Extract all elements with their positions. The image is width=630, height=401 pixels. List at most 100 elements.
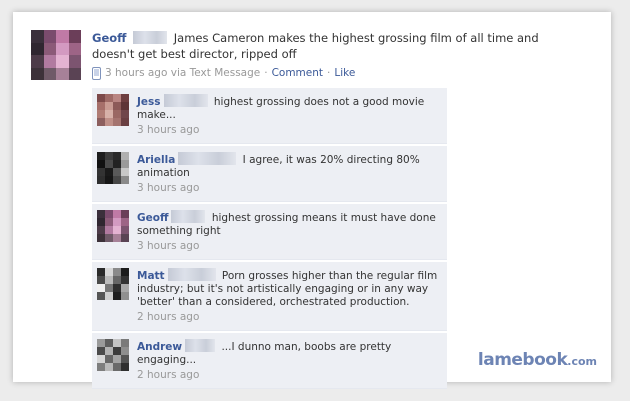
avatar-pixel <box>56 30 69 43</box>
avatar-pixel <box>97 118 105 126</box>
comment-timestamp: 3 hours ago <box>137 182 200 194</box>
comment-timestamp: 2 hours ago <box>137 369 200 381</box>
avatar-pixel <box>113 226 121 234</box>
avatar-pixel <box>121 284 129 292</box>
avatar-pixel <box>121 94 129 102</box>
avatar-pixel <box>121 355 129 363</box>
avatar-pixel <box>105 168 113 176</box>
avatar-pixel <box>97 284 105 292</box>
avatar-pixel <box>113 94 121 102</box>
avatar-pixel <box>121 226 129 234</box>
post-timestamp[interactable]: 3 hours ago via Text Message <box>105 65 260 81</box>
avatar-pixel <box>121 152 129 160</box>
avatar-pixel <box>68 42 81 55</box>
avatar-pixel <box>105 234 113 242</box>
avatar-pixel <box>113 268 121 276</box>
avatar-pixel <box>105 363 113 371</box>
avatar-pixel <box>97 218 105 226</box>
avatar-pixel <box>113 284 121 292</box>
avatar-pixel <box>97 94 105 102</box>
post-author-name[interactable]: Geoff <box>92 31 126 45</box>
comment-item: Geoff highest grossing means it must hav… <box>92 204 447 260</box>
avatar-pixel <box>121 102 129 110</box>
avatar-pixel <box>113 363 121 371</box>
avatar-pixel <box>56 55 69 68</box>
logo-brand: lamebook <box>477 350 568 370</box>
avatar-pixel <box>68 55 81 68</box>
avatar-pixel <box>97 276 105 284</box>
logo-domain: .com <box>567 355 597 368</box>
avatar-pixel <box>113 234 121 242</box>
comment-author-name[interactable]: Andrew <box>137 341 182 353</box>
avatar-pixel <box>97 268 105 276</box>
avatar-pixel <box>121 347 129 355</box>
avatar-pixel <box>43 30 56 43</box>
avatar-pixel <box>43 42 56 55</box>
avatar-pixel <box>105 152 113 160</box>
avatar-pixel <box>113 218 121 226</box>
avatar-pixel <box>121 210 129 218</box>
avatar-pixel <box>31 55 44 68</box>
avatar-pixel <box>121 218 129 226</box>
avatar-pixel <box>105 226 113 234</box>
avatar-pixel <box>105 110 113 118</box>
comment-author-name[interactable]: Jess <box>137 96 161 108</box>
comment-author-name[interactable]: Matt <box>137 270 165 282</box>
avatar-pixel <box>105 347 113 355</box>
comment-item: Ariella I agree, it was 20% directing 80… <box>92 146 447 202</box>
avatar-pixel <box>121 160 129 168</box>
redacted-surname <box>185 339 216 352</box>
comment-item: Andrew ...I dunno man, boobs are pretty … <box>92 333 447 389</box>
comment-timestamp: 3 hours ago <box>137 124 200 136</box>
avatar-pixel <box>68 30 81 43</box>
comment-author-name[interactable]: Geoff <box>137 212 168 224</box>
avatar-pixel <box>113 347 121 355</box>
avatar-pixel <box>105 210 113 218</box>
comment-timestamp: 3 hours ago <box>137 240 200 252</box>
lamebook-logo: lamebook.com <box>478 350 597 370</box>
comment-item: Matt Porn grosses higher than the regula… <box>92 262 447 331</box>
comment-author-name[interactable]: Ariella <box>137 154 175 166</box>
avatar-pixel <box>113 118 121 126</box>
comment-avatar[interactable] <box>97 94 129 126</box>
comment-avatar[interactable] <box>97 268 129 300</box>
separator: · <box>327 67 331 79</box>
avatar-pixel <box>113 355 121 363</box>
avatar-pixel <box>43 55 56 68</box>
comment-avatar[interactable] <box>97 339 129 371</box>
redacted-surname <box>171 210 206 223</box>
avatar[interactable] <box>31 30 81 80</box>
avatar-pixel <box>105 284 113 292</box>
separator: · <box>264 67 268 79</box>
post-meta: 3 hours ago via Text Message · Comment ·… <box>92 65 552 81</box>
avatar-pixel <box>105 102 113 110</box>
comment-timestamp: 2 hours ago <box>137 311 200 323</box>
comment-link[interactable]: Comment <box>272 65 323 81</box>
avatar-pixel <box>97 347 105 355</box>
avatar-pixel <box>105 268 113 276</box>
avatar-pixel <box>97 152 105 160</box>
avatar-pixel <box>97 234 105 242</box>
avatar-pixel <box>121 339 129 347</box>
avatar-pixel <box>113 210 121 218</box>
avatar-pixel <box>113 110 121 118</box>
avatar-pixel <box>113 168 121 176</box>
comment-avatar[interactable] <box>97 152 129 184</box>
avatar-pixel <box>56 67 69 80</box>
redacted-surname <box>163 94 208 107</box>
avatar-pixel <box>97 176 105 184</box>
avatar-pixel <box>121 118 129 126</box>
mobile-phone-icon <box>92 66 101 80</box>
avatar-pixel <box>113 339 121 347</box>
avatar-pixel <box>113 160 121 168</box>
avatar-pixel <box>121 268 129 276</box>
like-link[interactable]: Like <box>334 65 355 81</box>
avatar-pixel <box>121 234 129 242</box>
comment-avatar[interactable] <box>97 210 129 242</box>
avatar-pixel <box>97 210 105 218</box>
avatar-pixel <box>97 110 105 118</box>
avatar-pixel <box>105 355 113 363</box>
avatar-pixel <box>121 168 129 176</box>
avatar-pixel <box>68 67 81 80</box>
avatar-pixel <box>97 160 105 168</box>
